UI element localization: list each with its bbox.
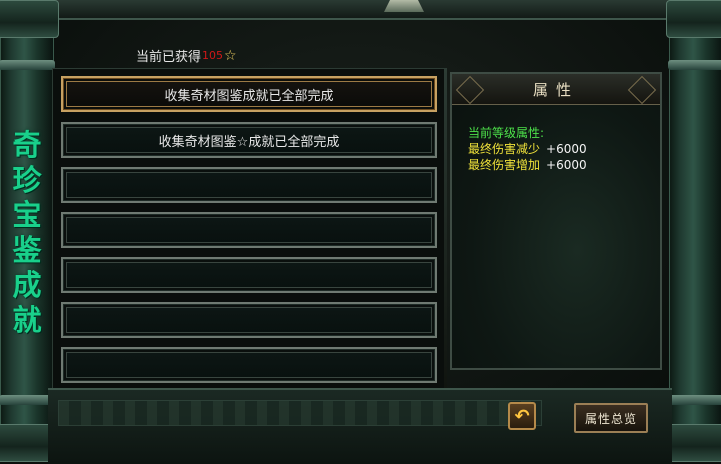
pillar-ring (668, 395, 721, 405)
attribute-value: +6000 (546, 158, 587, 172)
pillar-cap (666, 424, 721, 462)
achievement-row[interactable]: 收集奇材图鉴成就已全部完成 (61, 76, 437, 112)
attribute-value: +6000 (546, 142, 587, 156)
achievement-row[interactable] (61, 167, 437, 203)
title-char: 就 (12, 303, 42, 337)
pillar-cap (666, 0, 721, 38)
top-ornament (384, 0, 424, 12)
decorative-pattern (58, 400, 542, 426)
attribute-overview-button[interactable]: 属性总览 (574, 403, 648, 433)
left-pillar: 奇 珍 宝 鉴 成 就 (0, 0, 59, 462)
obtained-label: 当前已获得 (136, 50, 202, 65)
title-char: 宝 (12, 198, 42, 232)
achievement-row[interactable] (61, 257, 437, 293)
back-arrow-icon: ↶ (514, 405, 530, 427)
achievement-label: 收集奇材图鉴☆成就已全部完成 (158, 134, 340, 150)
achievement-label: 收集奇材图鉴成就已全部完成 (164, 88, 334, 104)
game-window: 奇 珍 宝 鉴 成 就 当前已获得 105 ☆ 收集奇材图鉴成就已全部完成 收集… (0, 0, 721, 464)
attribute-panel-title: 属性 (452, 74, 660, 105)
right-pillar (666, 0, 721, 462)
star-icon: ☆ (224, 47, 237, 64)
attribute-panel: 属性 当前等级属性: 最终伤害减少 +6000 最终伤害增加 +6000 (450, 72, 662, 370)
current-level-label: 当前等级属性: (468, 126, 545, 140)
pillar-ring (0, 60, 55, 70)
pillar-cap (0, 0, 59, 38)
obtained-summary: 当前已获得 105 ☆ (136, 46, 237, 66)
achievement-row[interactable] (61, 302, 437, 338)
title-char: 成 (12, 268, 42, 302)
window-title: 奇 珍 宝 鉴 成 就 (7, 128, 47, 338)
back-button[interactable]: ↶ (508, 402, 536, 430)
pillar-ring (668, 60, 721, 70)
obtained-count: 105 (202, 49, 224, 62)
attribute-name: 最终伤害增加 (468, 158, 541, 172)
title-char: 鉴 (12, 233, 42, 267)
achievement-row[interactable] (61, 212, 437, 248)
title-char: 珍 (12, 163, 42, 197)
attribute-line: 最终伤害减少 +6000 (468, 140, 587, 157)
attribute-line: 最终伤害增加 +6000 (468, 156, 587, 173)
achievement-row[interactable] (61, 347, 437, 383)
panel-divider (444, 68, 447, 388)
top-border (48, 0, 672, 20)
pillar-ring (0, 395, 55, 405)
title-char: 奇 (12, 128, 42, 162)
achievement-row[interactable]: 收集奇材图鉴☆成就已全部完成 (61, 122, 437, 158)
attribute-name: 最终伤害减少 (468, 142, 541, 156)
